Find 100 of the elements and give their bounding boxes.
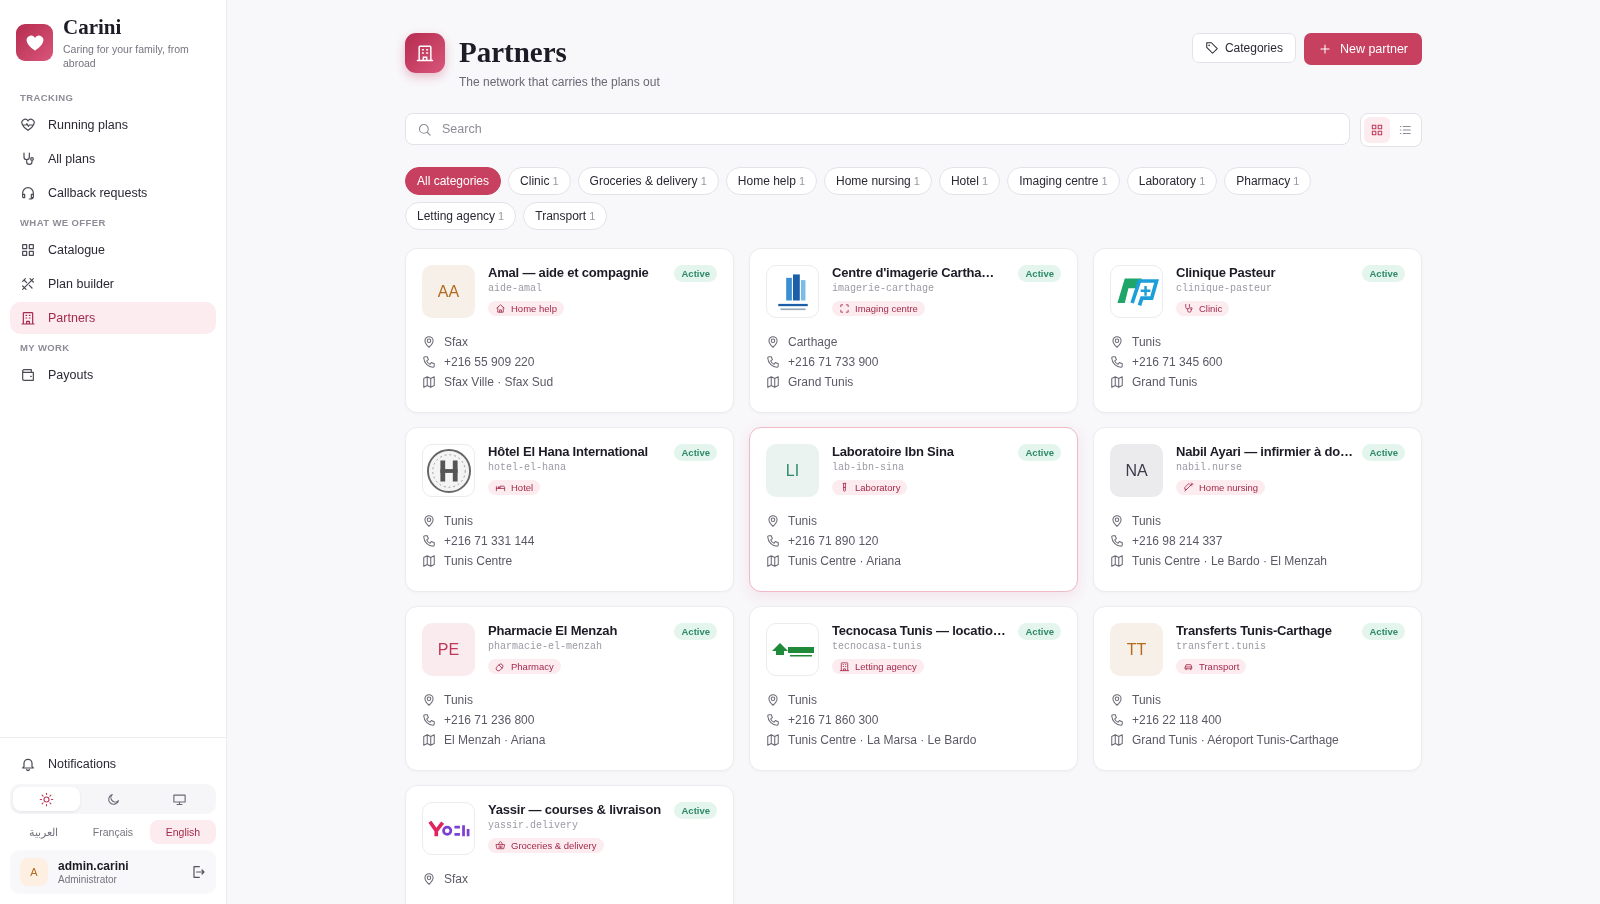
filter-chip[interactable]: Pharmacy 1 [1224,167,1312,195]
partner-handle: clinique-pasteur [1176,283,1273,294]
partner-card[interactable]: Clinique Pasteur clinique-pasteur Clinic Active Tunis +216 71 345 600 Grand Tunis [1093,248,1422,413]
status-badge: Active [674,623,717,640]
filter-chip[interactable]: Clinic 1 [508,167,571,195]
bell-icon [20,756,36,772]
partner-card[interactable]: AA Amal — aide et compagnie aide-amal Home help Active Sfax +216 55 909 220 Sfax Ville · Sfax Sud [405,248,734,413]
phone-icon [1110,534,1124,548]
filter-chip[interactable]: Hotel 1 [938,167,1001,195]
phone-icon [766,534,780,548]
filter-chip[interactable]: Laboratory 1 [1126,167,1218,195]
filter-chip[interactable]: Home nursing 1 [824,167,932,195]
status-badge: Active [1362,265,1405,282]
filter-chip[interactable]: Imaging centre 1 [1007,167,1120,195]
partner-card[interactable]: NA Nabil Ayari — infirmier à do… nabil.nurse Home nursing Active Tunis +216 98 214 337 Tunis Centre · Le Bardo · El Menzah [1093,427,1422,592]
map-icon [1110,554,1124,568]
language-button[interactable]: Français [80,820,146,844]
partner-phone: +216 98 214 337 [1132,534,1223,548]
language-button[interactable]: العربية [10,820,76,844]
filter-chip[interactable]: Transport 1 [523,202,608,230]
location-pin-icon [422,514,436,528]
partner-city: Tunis [1132,514,1161,528]
partner-name: Tecnocasa Tunis — locatio… [832,623,1006,638]
category-label: Pharmacy [511,661,554,672]
partner-card[interactable]: Centre d'imagerie Cartha… imagerie-carthage Imaging centre Active Carthage +216 71 733 900 Grand Tunis [749,248,1078,413]
nav-item[interactable]: All plans [10,143,216,176]
partner-phone: +216 71 860 300 [788,713,879,727]
category-icon [495,840,506,851]
logo-icon [426,448,471,493]
partner-name: Pharmacie El Menzah [488,623,619,638]
search-field[interactable]: Search [405,113,1350,145]
category-label: Letting agency [855,661,917,672]
partner-handle: tecnocasa-tunis [832,641,923,652]
partner-name: Yassir — courses & livraison [488,802,662,817]
partner-city: Tunis [788,693,817,707]
partner-avatar: TT [1110,623,1163,676]
nav-item[interactable]: Catalogue [10,234,216,267]
partner-handle: transfert.tunis [1176,641,1267,652]
partner-phone: +216 22 118 400 [1132,713,1222,727]
category-icon [1183,303,1194,314]
category-label: Hotel [511,482,534,493]
nav-item[interactable]: Plan builder [10,268,216,301]
map-icon [422,375,436,389]
partner-handle: imagerie-carthage [832,283,936,294]
map-icon [422,554,436,568]
partner-areas: Tunis Centre [444,554,513,568]
heart-pulse-icon [20,117,36,134]
category-label: Home help [511,303,557,314]
category-label: Laboratory [855,482,901,493]
filter-chip[interactable]: Groceries & delivery 1 [577,167,719,195]
status-badge: Active [1018,444,1061,461]
partner-handle: aide-amal [488,283,543,294]
phone-icon [422,713,436,727]
partner-card[interactable]: Yassir — courses & livraison yassir.delivery Groceries & delivery Active Sfax [405,785,734,904]
nav-item[interactable]: Running plans [10,109,216,142]
list-icon [1398,123,1412,137]
theme-button[interactable] [13,787,80,811]
grid-view-button[interactable] [1364,117,1390,143]
category-icon [839,303,850,314]
partner-card[interactable]: Hôtel El Hana International hotel-el-hana Hotel Active Tunis +216 71 331 144 Tunis Centre [405,427,734,592]
partner-phone: +216 71 345 600 [1132,355,1223,369]
status-badge: Active [1362,623,1405,640]
category-icon [839,661,850,672]
partner-card[interactable]: TT Transferts Tunis-Carthage transfert.tunis Transport Active Tunis +216 22 118 400 Grand Tunis · Aéroport Tunis-Carthage [1093,606,1422,771]
partner-name: Centre d'imagerie Cartha… [832,265,996,280]
map-icon [1110,733,1124,747]
partner-areas: Tunis Centre · La Marsa · Le Bardo [788,733,977,747]
notifications-link[interactable]: Notifications [10,748,216,780]
partner-card[interactable]: LI Laboratoire Ibn Sina lab-ibn-sina Laboratory Active Tunis +216 71 890 120 Tunis Centre · Ariana [749,427,1078,592]
logout-button[interactable] [190,864,206,880]
app-name: Carini [63,16,123,40]
partner-handle: yassir.delivery [488,820,579,831]
app-logo-icon [16,24,53,61]
partner-card[interactable]: Tecnocasa Tunis — locatio… tecnocasa-tunis Letting agency Active Tunis +216 71 860 300 Tunis Centre · La Marsa · Le Bardo [749,606,1078,771]
partner-city: Carthage [788,335,838,349]
phone-icon [766,713,780,727]
location-pin-icon [422,693,436,707]
partner-name: Hôtel El Hana International [488,444,649,459]
partner-avatar: PE [422,623,475,676]
user-avatar: A [20,858,48,886]
filter-chip[interactable]: Home help 1 [725,167,818,195]
phone-icon [1110,355,1124,369]
category-label: Transport [1199,661,1240,672]
new-partner-button[interactable]: New partner [1303,33,1422,65]
partner-handle: hotel-el-hana [488,462,567,473]
categories-button[interactable]: Categories [1191,33,1296,63]
category-label: Imaging centre [855,303,918,314]
filter-chip[interactable]: Letting agency 1 [405,202,517,230]
plus-icon [1317,42,1332,56]
partner-avatar: AA [422,265,475,318]
map-icon [766,375,780,389]
partner-card[interactable]: PE Pharmacie El Menzah pharmacie-el-menzah Pharmacy Active Tunis +216 71 236 800 El Menzah · Ariana [405,606,734,771]
nav-item[interactable]: Partners [10,302,216,335]
category-icon [1183,661,1194,672]
status-badge: Active [674,802,717,819]
language-button[interactable]: English [150,820,216,844]
filter-chip[interactable]: All categories [405,167,502,195]
nav-item[interactable]: Callback requests [10,177,216,210]
nav-item[interactable]: Payouts [10,359,216,392]
location-pin-icon [1110,335,1124,349]
